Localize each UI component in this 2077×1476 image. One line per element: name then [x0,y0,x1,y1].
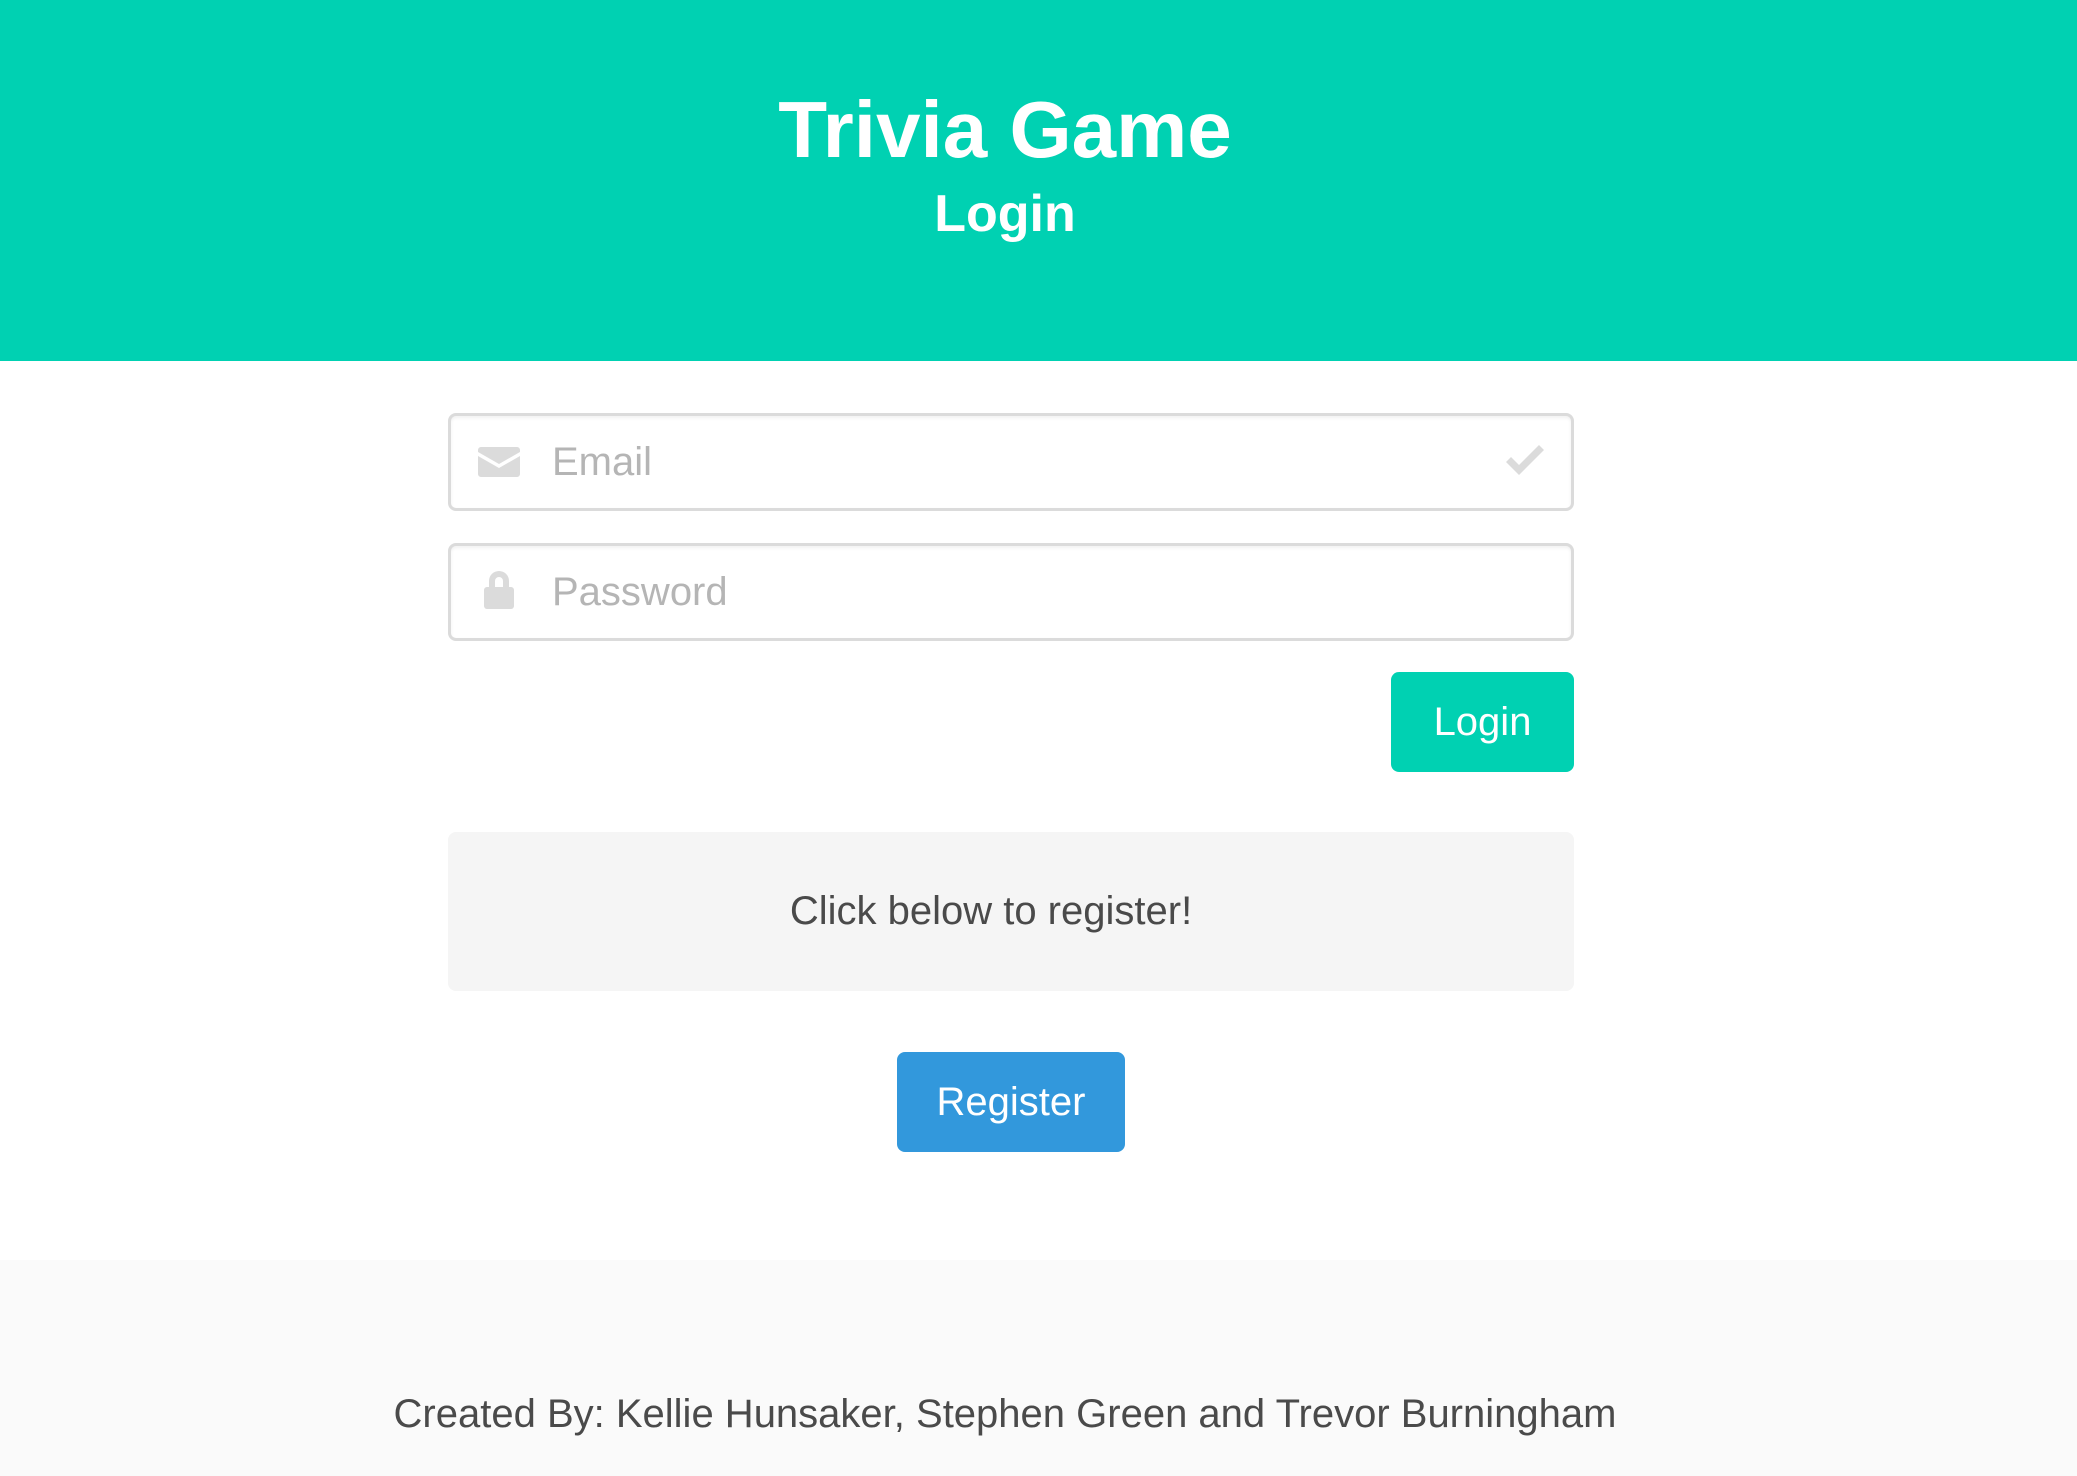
check-icon [1503,444,1547,480]
register-prompt: Click below to register! [789,889,1193,933]
register-button[interactable]: Register [897,1052,1125,1152]
footer-credits: Created By: Kellie Hunsaker, Stephen Gre… [393,1392,1617,1436]
page-title: Trivia Game [778,85,1232,174]
email-field [448,413,1574,511]
hero-header: Trivia Game Login [0,0,2077,361]
footer: Created By: Kellie Hunsaker, Stephen Gre… [0,1260,2077,1476]
password-field [448,543,1574,641]
page-subtitle: Login [934,185,1076,243]
login-button[interactable]: Login [1391,672,1574,772]
register-notice: Click below to register! [448,832,1574,991]
lock-icon [478,571,520,611]
email-input[interactable] [451,416,1571,508]
envelope-icon [478,443,520,481]
password-input[interactable] [451,546,1571,638]
